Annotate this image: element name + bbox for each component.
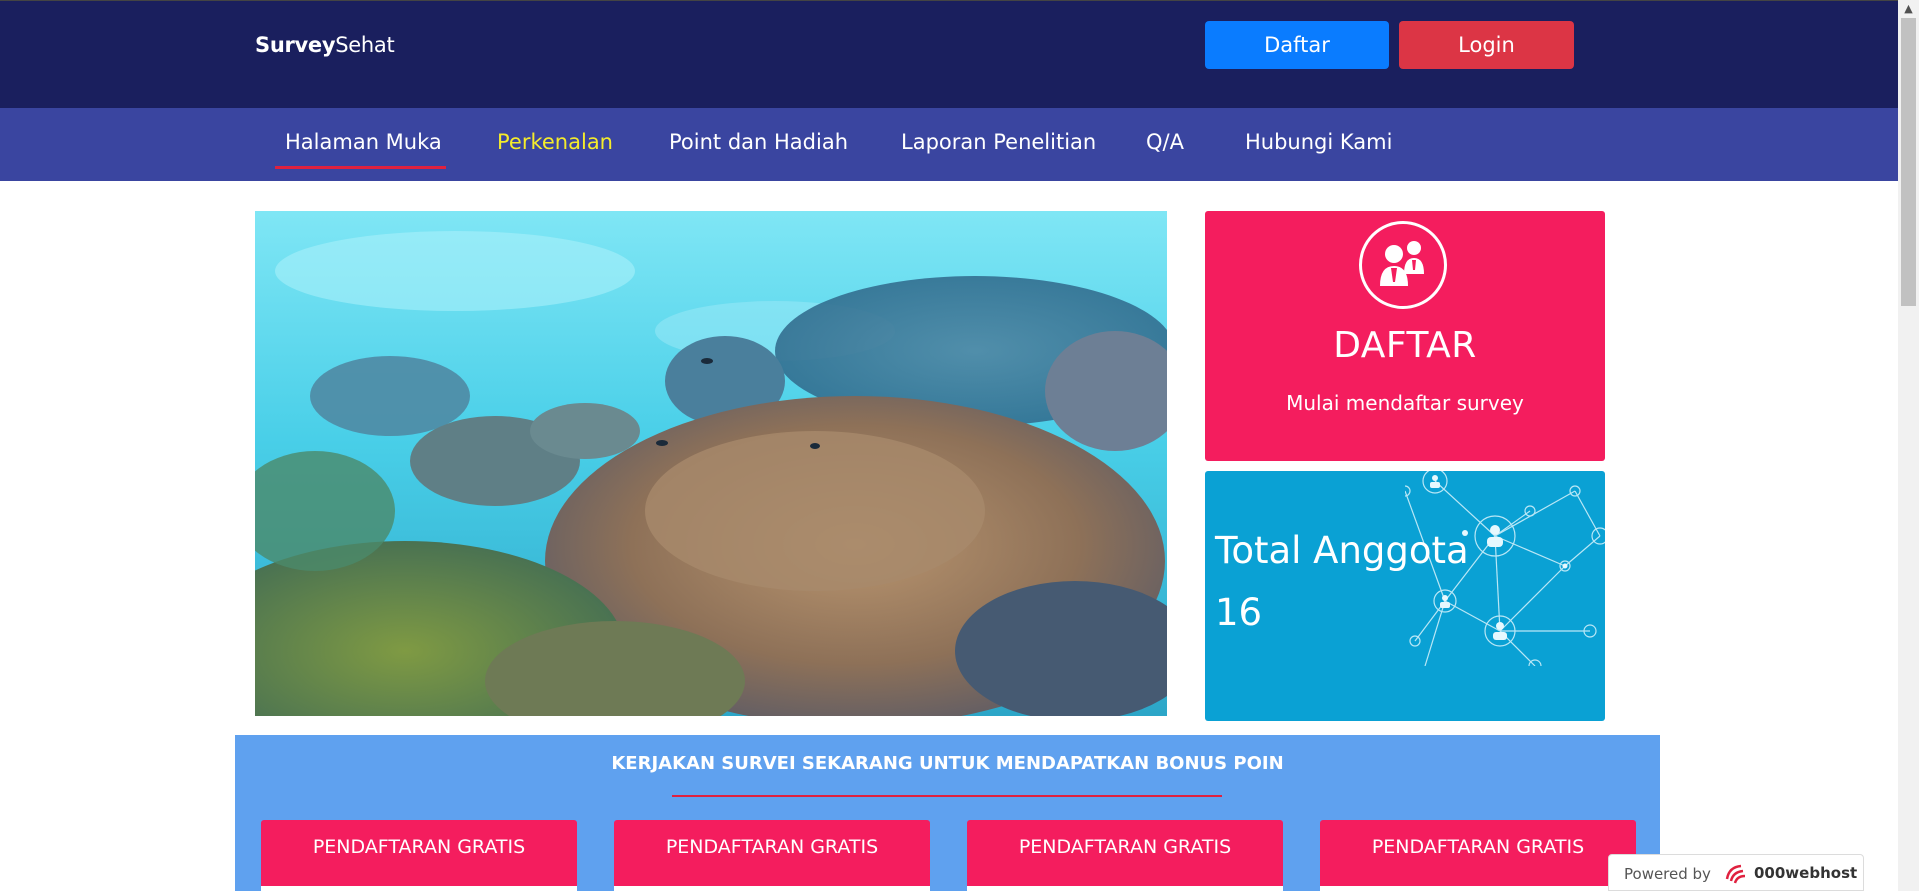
- active-nav-indicator: [275, 166, 446, 169]
- promo-section: KERJAKAN SURVEI SEKARANG UNTUK MENDAPATK…: [235, 735, 1660, 891]
- register-card-title: DAFTAR: [1333, 325, 1477, 366]
- register-card-subtitle: Mulai mendaftar survey: [1286, 391, 1524, 415]
- top-header: SurveySehat Daftar Login: [0, 0, 1898, 108]
- register-card[interactable]: DAFTAR Mulai mendaftar survey: [1205, 211, 1605, 461]
- total-members-count: 16: [1215, 591, 1263, 634]
- brand-light: Sehat: [335, 33, 395, 57]
- host-name: 000webhost: [1754, 864, 1858, 882]
- nav-item-qa[interactable]: Q/A: [1146, 130, 1184, 154]
- brand-bold: Survey: [255, 33, 336, 57]
- site-logo[interactable]: SurveySehat: [255, 33, 395, 57]
- users-icon: [1359, 221, 1447, 309]
- nav-item-point-dan-hadiah[interactable]: Point dan Hadiah: [669, 130, 848, 154]
- nav-item-hubungi-kami[interactable]: Hubungi Kami: [1245, 130, 1392, 154]
- powered-by-label: Powered by: [1624, 865, 1711, 883]
- nav-item-perkenalan[interactable]: Perkenalan: [497, 130, 613, 154]
- free-registration-button-3[interactable]: PENDAFTARAN GRATIS: [967, 820, 1283, 891]
- scroll-up-arrow-icon[interactable]: ▲: [1898, 0, 1919, 17]
- free-registration-button-1[interactable]: PENDAFTARAN GRATIS: [261, 820, 577, 891]
- nav-item-laporan-penelitian[interactable]: Laporan Penelitian: [901, 130, 1096, 154]
- main-navigation: Halaman Muka Perkenalan Point dan Hadiah…: [0, 108, 1898, 181]
- promo-title: KERJAKAN SURVEI SEKARANG UNTUK MENDAPATK…: [611, 753, 1284, 774]
- total-members-label: Total Anggota: [1215, 529, 1469, 572]
- webhost-logo-icon: [1725, 864, 1746, 884]
- login-button[interactable]: Login: [1399, 21, 1574, 69]
- total-members-card: Total Anggota 16: [1205, 471, 1605, 721]
- free-registration-button-4[interactable]: PENDAFTARAN GRATIS: [1320, 820, 1636, 891]
- nav-item-halaman-muka[interactable]: Halaman Muka: [285, 130, 442, 154]
- promo-divider: [672, 795, 1222, 797]
- powered-by-badge[interactable]: Powered by 000webhost: [1608, 854, 1864, 891]
- free-registration-button-2[interactable]: PENDAFTARAN GRATIS: [614, 820, 930, 891]
- hero-coral-reef-image: [255, 211, 1167, 716]
- scrollbar-thumb[interactable]: [1901, 18, 1916, 306]
- register-button[interactable]: Daftar: [1205, 21, 1389, 69]
- vertical-scrollbar[interactable]: ▲: [1898, 0, 1919, 891]
